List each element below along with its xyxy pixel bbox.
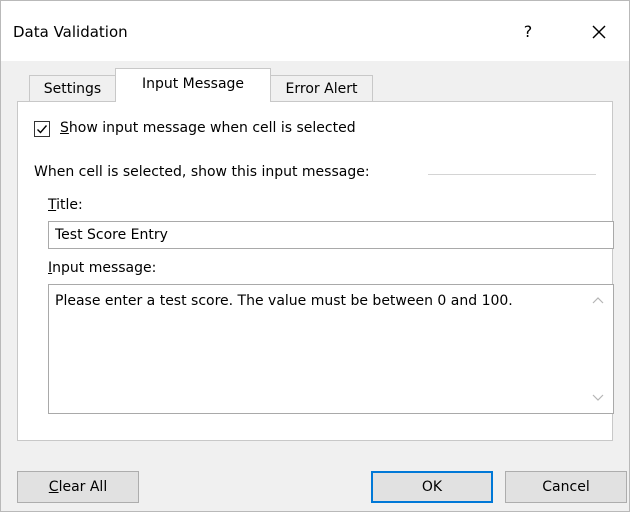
scroll-up-icon[interactable]	[591, 293, 605, 307]
title-label: Title:	[48, 197, 83, 213]
scroll-down-icon[interactable]	[591, 391, 605, 405]
checkmark-icon	[37, 125, 48, 134]
title-field[interactable]	[48, 221, 614, 249]
input-message-field[interactable]: Please enter a test score. The value mus…	[48, 284, 614, 414]
window-title: Data Validation	[13, 23, 128, 41]
help-button[interactable]: ?	[513, 17, 543, 47]
tab-error-alert[interactable]: Error Alert	[271, 75, 373, 101]
close-icon	[591, 24, 607, 40]
tab-settings[interactable]: Settings	[29, 75, 115, 101]
close-button[interactable]	[583, 17, 615, 47]
clear-all-button[interactable]: Clear All	[17, 471, 139, 503]
group-label: When cell is selected, show this input m…	[34, 164, 376, 180]
checkbox[interactable]	[34, 121, 50, 137]
input-message-panel: Show input message when cell is selected…	[17, 101, 614, 441]
title-bar: Data Validation ?	[1, 1, 629, 61]
input-message-label: Input message:	[48, 260, 157, 276]
cancel-button[interactable]: Cancel	[505, 471, 627, 503]
group-divider	[428, 174, 596, 175]
checkbox-label[interactable]: Show input message when cell is selected	[60, 120, 356, 136]
tab-input-message[interactable]: Input Message	[115, 68, 271, 102]
ok-button[interactable]: OK	[371, 471, 493, 503]
tab-strip: Settings Input Message Error Alert	[1, 61, 629, 102]
input-message-text[interactable]: Please enter a test score. The value mus…	[55, 291, 575, 311]
data-validation-dialog: Data Validation ? Settings Input Message…	[0, 0, 630, 512]
